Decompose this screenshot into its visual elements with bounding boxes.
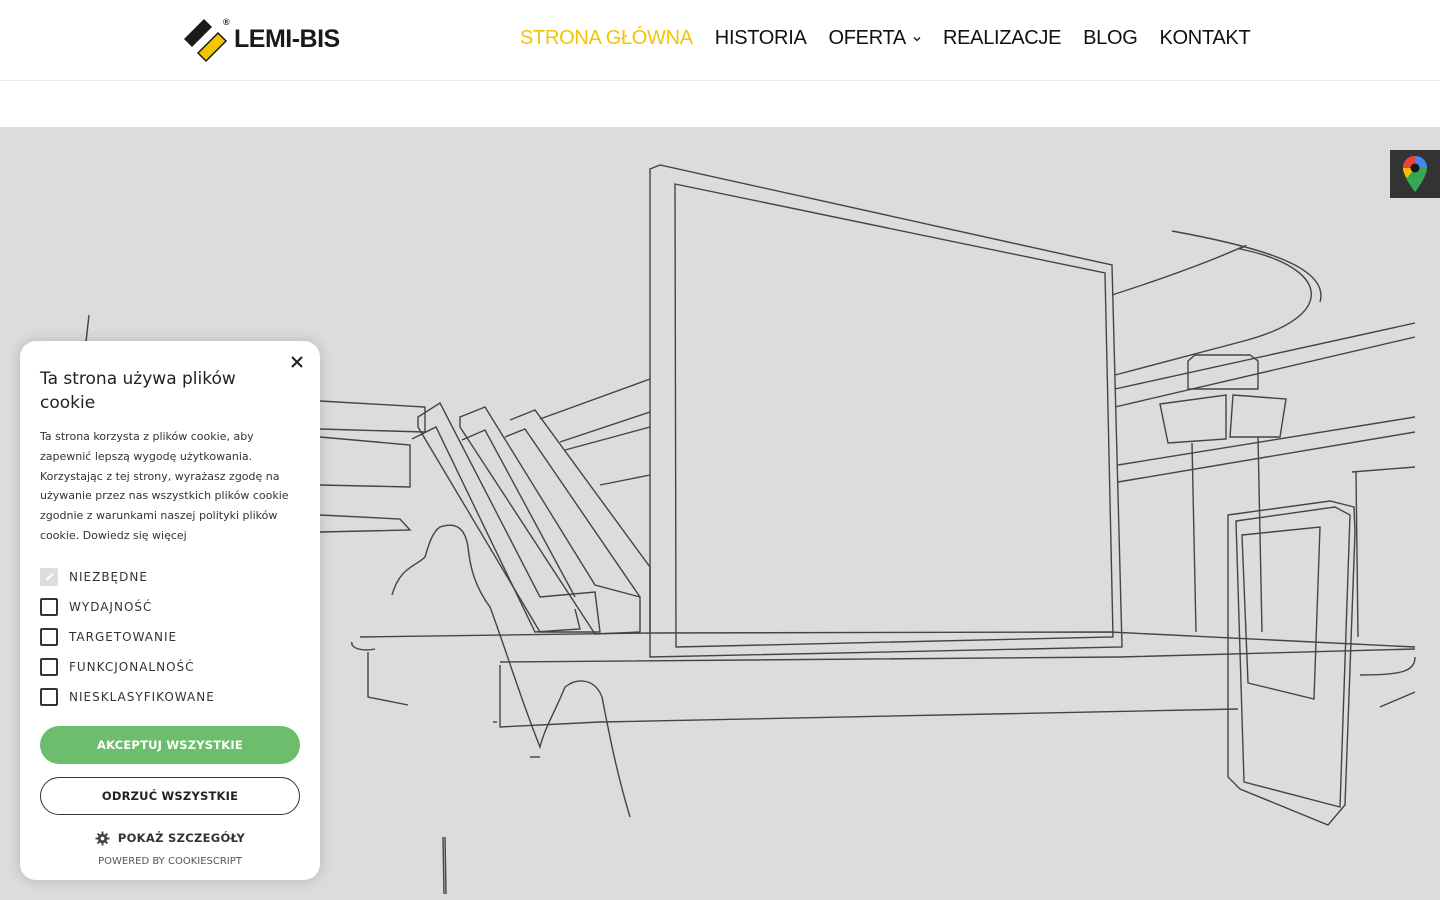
cookie-consent-dialog: Ta strona używa plików cookie Ta strona … bbox=[20, 341, 320, 880]
nav-item-offer[interactable]: OFERTA bbox=[829, 27, 921, 50]
option-label: NIEZBĘDNE bbox=[69, 569, 148, 584]
option-label[interactable]: FUNKCJONALNOŚĆ bbox=[69, 660, 195, 674]
nav-label: BLOG bbox=[1083, 27, 1138, 49]
main-nav: STRONA GŁÓWNA HISTORIA OFERTA REALIZACJE… bbox=[520, 27, 1272, 50]
cookie-option-targeting: TARGETOWANIE bbox=[40, 622, 300, 652]
nav-label: STRONA GŁÓWNA bbox=[520, 27, 693, 49]
show-details-label: POKAŻ SZCZEGÓŁY bbox=[117, 831, 246, 846]
reject-all-button[interactable]: ODRZUĆ WSZYSTKIE bbox=[40, 776, 300, 815]
cookie-title: Ta strona używa plików cookie bbox=[40, 369, 236, 413]
accept-all-button[interactable]: AKCEPTUJ WSZYSTKIE bbox=[40, 725, 300, 764]
checkbox-unclassified[interactable] bbox=[40, 687, 58, 706]
logo-text: LEMI-BIS bbox=[234, 24, 340, 53]
nav-item-realizations[interactable]: REALIZACJE bbox=[943, 27, 1061, 50]
map-pin-icon bbox=[1403, 156, 1427, 192]
nav-item-home[interactable]: STRONA GŁÓWNA bbox=[520, 27, 693, 50]
checkbox-necessary bbox=[40, 567, 58, 586]
show-details-button[interactable]: POKAŻ SZCZEGÓŁY bbox=[40, 831, 300, 846]
nav-item-history[interactable]: HISTORIA bbox=[715, 27, 807, 50]
logo-mark-icon: ® bbox=[184, 17, 230, 63]
gear-icon bbox=[95, 831, 110, 846]
checkbox-performance[interactable] bbox=[40, 597, 58, 616]
cookie-option-necessary: NIEZBĘDNE bbox=[40, 562, 300, 592]
checkbox-functionality[interactable] bbox=[40, 657, 58, 676]
nav-label: REALIZACJE bbox=[942, 27, 1062, 49]
cookie-option-performance: WYDAJNOŚĆ bbox=[40, 592, 300, 622]
option-label[interactable]: WYDAJNOŚĆ bbox=[69, 600, 152, 614]
cookie-option-functionality: FUNKCJONALNOŚĆ bbox=[40, 652, 300, 682]
nav-label: OFERTA bbox=[828, 27, 907, 49]
learn-more-link[interactable]: Dowiedz się więcej bbox=[83, 529, 187, 542]
option-label[interactable]: NIESKLASYFIKOWANE bbox=[69, 690, 215, 704]
chevron-down-icon bbox=[913, 36, 921, 41]
close-icon[interactable] bbox=[288, 353, 306, 371]
nav-label: HISTORIA bbox=[714, 27, 807, 49]
cookie-options: NIEZBĘDNE WYDAJNOŚĆ TARGETOWANIE FUNKCJO… bbox=[40, 562, 300, 712]
site-header: ® LEMI-BIS STRONA GŁÓWNA HISTORIA OFERTA… bbox=[0, 0, 1440, 81]
checkbox-targeting[interactable] bbox=[40, 627, 58, 646]
powered-by-text[interactable]: POWERED BY COOKIESCRIPT bbox=[40, 856, 300, 867]
cookie-option-unclassified: NIESKLASYFIKOWANE bbox=[40, 682, 300, 712]
registered-mark: ® bbox=[223, 17, 230, 27]
cookie-description-text: Ta strona korzysta z plików cookie, aby … bbox=[40, 430, 289, 542]
nav-item-contact[interactable]: KONTAKT bbox=[1160, 27, 1251, 50]
option-label[interactable]: TARGETOWANIE bbox=[69, 630, 177, 644]
cookie-description: Ta strona korzysta z plików cookie, aby … bbox=[40, 427, 302, 546]
google-maps-button[interactable] bbox=[1390, 150, 1440, 198]
nav-label: KONTAKT bbox=[1159, 27, 1251, 49]
nav-item-blog[interactable]: BLOG bbox=[1083, 27, 1138, 50]
logo[interactable]: ® LEMI-BIS bbox=[184, 16, 340, 64]
